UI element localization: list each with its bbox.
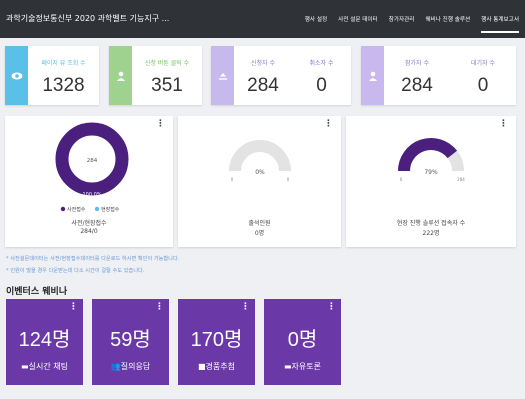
cancelled-cell: 취소자 수 0 <box>292 46 351 105</box>
donut-percent: 100.0% <box>82 192 101 198</box>
pre-onsite-sub: 284/0 <box>80 228 98 235</box>
page-views-cell: 페이지 뷰 조회 수 1328 <box>28 46 99 105</box>
page-views-card: 페이지 뷰 조회 수 1328 <box>5 46 99 105</box>
gauge-track <box>229 140 291 172</box>
pre-onsite-chart-card: ⋮ 284 100.0% 사전접수 현장접수 사전/현장접수 284/0 <box>5 116 173 247</box>
top-nav: 행사 설정 사전 설문 데이터 참가자관리 웨비나 진행 솔루션 행사 통계보고… <box>305 0 519 38</box>
user-icon <box>109 46 132 105</box>
gift-icon: ■ <box>197 362 206 371</box>
applicants-label: 신청자 수 <box>251 60 275 67</box>
page-views-label: 페이지 뷰 조회 수 <box>41 60 86 67</box>
applicants-card: 신청자 수 284 취소자 수 0 <box>211 46 351 105</box>
webinar-value: 0명 <box>287 329 318 351</box>
attendance-chart-card: ⋮ 0% 0 0 출석인원 0명 <box>178 116 341 247</box>
participants-cell: 참가자 수 284 <box>384 46 450 105</box>
download-note: * 사전설문데이터는 사전/현장접수데이터를 다운로드 하시면 확인이 가능합니… <box>6 256 180 262</box>
participants-label: 참가자 수 <box>405 60 429 67</box>
webinar-label: ▬실시간 채팅 <box>21 362 68 371</box>
gauge-max: 0 <box>287 177 290 182</box>
applicants-value: 284 <box>247 75 279 96</box>
onsite-solution-sub: 222명 <box>422 230 440 237</box>
onsite-solution-caption: 현장 진행 솔루션 접속자 수 <box>396 220 466 227</box>
gauge-min: 0 <box>400 177 403 182</box>
nav-statistics-report[interactable]: 행사 통계보고서 <box>481 5 519 33</box>
legend-pre: 사전접수 <box>67 206 86 213</box>
donut-center-value: 284 <box>87 158 98 164</box>
waiting-value: 0 <box>477 75 489 96</box>
legend-dot-onsite <box>94 206 100 212</box>
applicants-cell: 신청자 수 284 <box>234 46 292 105</box>
comment-icon: ▬ <box>283 362 292 371</box>
more-options-icon[interactable]: ⋮ <box>241 302 250 312</box>
nav-participant-management[interactable]: 참가자관리 <box>389 15 415 23</box>
nav-event-settings[interactable]: 행사 설정 <box>305 15 327 23</box>
nav-webinar-solution[interactable]: 웨비나 진행 솔루션 <box>425 15 470 23</box>
webinar-label: 👥질의응답 <box>110 362 151 371</box>
attendance-sub: 0명 <box>254 230 265 237</box>
webinar-value: 170명 <box>190 329 243 351</box>
cancelled-value: 0 <box>316 75 327 96</box>
pre-onsite-caption: 사전/현장접수 <box>71 220 107 227</box>
page-views-value: 1328 <box>42 75 85 96</box>
top-navigation-bar: 과학기술정보통신부 2020 과학벨트 기능지구 ... 행사 설정 사전 설문… <box>0 0 525 38</box>
upload-icon <box>211 46 234 105</box>
apply-clicks-value: 351 <box>151 75 183 96</box>
onsite-solution-chart-card: ⋮ 79% 0 284 현장 진행 솔루션 접속자 수 222명 <box>346 116 516 247</box>
apply-clicks-card: 신청 버튼 클릭 수 351 <box>109 46 202 105</box>
apply-clicks-label: 신청 버튼 클릭 수 <box>144 60 190 67</box>
webinar-value: 59명 <box>110 329 151 351</box>
webinar-card-qna[interactable]: ⋮ 59명 👥질의응답 <box>92 299 169 385</box>
gauge-fill <box>398 138 458 172</box>
chat-icon: ▬ <box>21 362 29 371</box>
waiting-label: 대기자 수 <box>471 60 495 67</box>
wait-note: * 인원이 많을 경우 다운받는데 다소 시간이 걸릴 수도 있습니다. <box>6 268 145 274</box>
gauge-center: 79% <box>424 169 438 176</box>
more-options-icon[interactable]: ⋮ <box>69 302 78 312</box>
users-icon: 👥 <box>110 362 121 371</box>
participants-card: 참가자 수 284 대기자 수 0 <box>361 46 516 105</box>
gauge-min: 0 <box>231 177 234 182</box>
legend-dot-pre <box>60 206 66 212</box>
cancelled-label: 취소자 수 <box>309 60 334 67</box>
gauge-center: 0% <box>255 169 265 176</box>
webinar-label: ■경품추첨 <box>197 362 235 371</box>
event-title: 과학기술정보통신부 2020 과학벨트 기능지구 ... <box>6 14 170 23</box>
webinar-card-draw[interactable]: ⋮ 170명 ■경품추첨 <box>178 299 255 385</box>
webinar-card-chat[interactable]: ⋮ 124명 ▬실시간 채팅 <box>6 299 83 385</box>
eye-icon <box>5 46 28 105</box>
person-icon <box>361 46 384 105</box>
webinar-label: ▬자유토론 <box>283 362 321 371</box>
more-options-icon[interactable]: ⋮ <box>155 302 164 312</box>
section-title: 이벤터스 웨비나 <box>6 287 68 297</box>
participants-value: 284 <box>401 75 433 96</box>
nav-pre-survey-data[interactable]: 사전 설문 데이터 <box>338 15 378 23</box>
more-options-icon[interactable]: ⋮ <box>327 302 336 312</box>
webinar-value: 124명 <box>18 329 71 351</box>
apply-clicks-cell: 신청 버튼 클릭 수 351 <box>132 46 202 105</box>
legend-onsite: 현장접수 <box>101 206 120 213</box>
gauge-max: 284 <box>457 177 465 182</box>
attendance-caption: 출석인원 <box>248 220 271 227</box>
waiting-cell: 대기자 수 0 <box>450 46 516 105</box>
webinar-card-discussion[interactable]: ⋮ 0명 ▬자유토론 <box>264 299 341 385</box>
